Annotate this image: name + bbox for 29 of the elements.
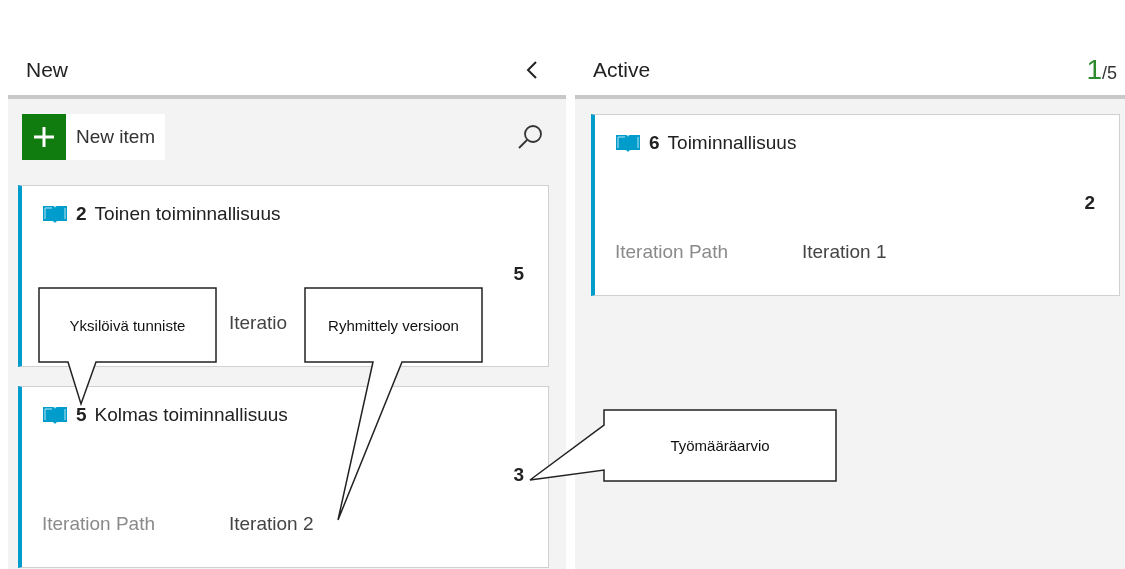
field-value: Iteration 1 [802, 241, 887, 263]
new-item-button[interactable]: New item [22, 114, 166, 160]
work-item-title[interactable]: Toiminnallisuus [667, 132, 797, 154]
work-item-id: 2 [76, 203, 87, 225]
field-label: Iteration Path [615, 241, 730, 263]
effort-estimate: 3 [513, 464, 524, 486]
column-title: Active [593, 58, 652, 82]
callout-text: Työmääräarvio [670, 437, 770, 454]
wip-counter: 1/5 [1086, 54, 1117, 86]
book-icon [42, 405, 68, 425]
callout-text: Ryhmittely versioon [328, 316, 459, 334]
work-item-card[interactable]: 5 Kolmas toiminnallisuus 3 Iteration Path Iteration 2 [18, 386, 549, 568]
chevron-left-icon[interactable] [526, 61, 538, 79]
book-icon [42, 204, 68, 224]
field-label: Iteration Path [42, 513, 157, 535]
search-icon[interactable] [517, 124, 543, 150]
field-value: Iteratio [229, 312, 288, 334]
work-item-title[interactable]: Kolmas toiminnallisuus [94, 404, 288, 426]
field-value: Iteration 2 [229, 513, 314, 535]
work-item-id: 6 [649, 132, 660, 154]
work-item-id: 5 [76, 404, 87, 426]
work-item-title[interactable]: Toinen toiminnallisuus [94, 203, 281, 225]
effort-estimate: 2 [1084, 192, 1095, 214]
plus-icon [33, 126, 55, 148]
book-icon [615, 133, 641, 153]
column-title: New [26, 58, 69, 82]
callout-text: Yksilöivä tunniste [69, 316, 186, 334]
work-item-card[interactable]: 6 Toiminnallisuus 2 Iteration Path Iteration 1 [591, 114, 1120, 296]
effort-estimate: 5 [513, 263, 524, 285]
